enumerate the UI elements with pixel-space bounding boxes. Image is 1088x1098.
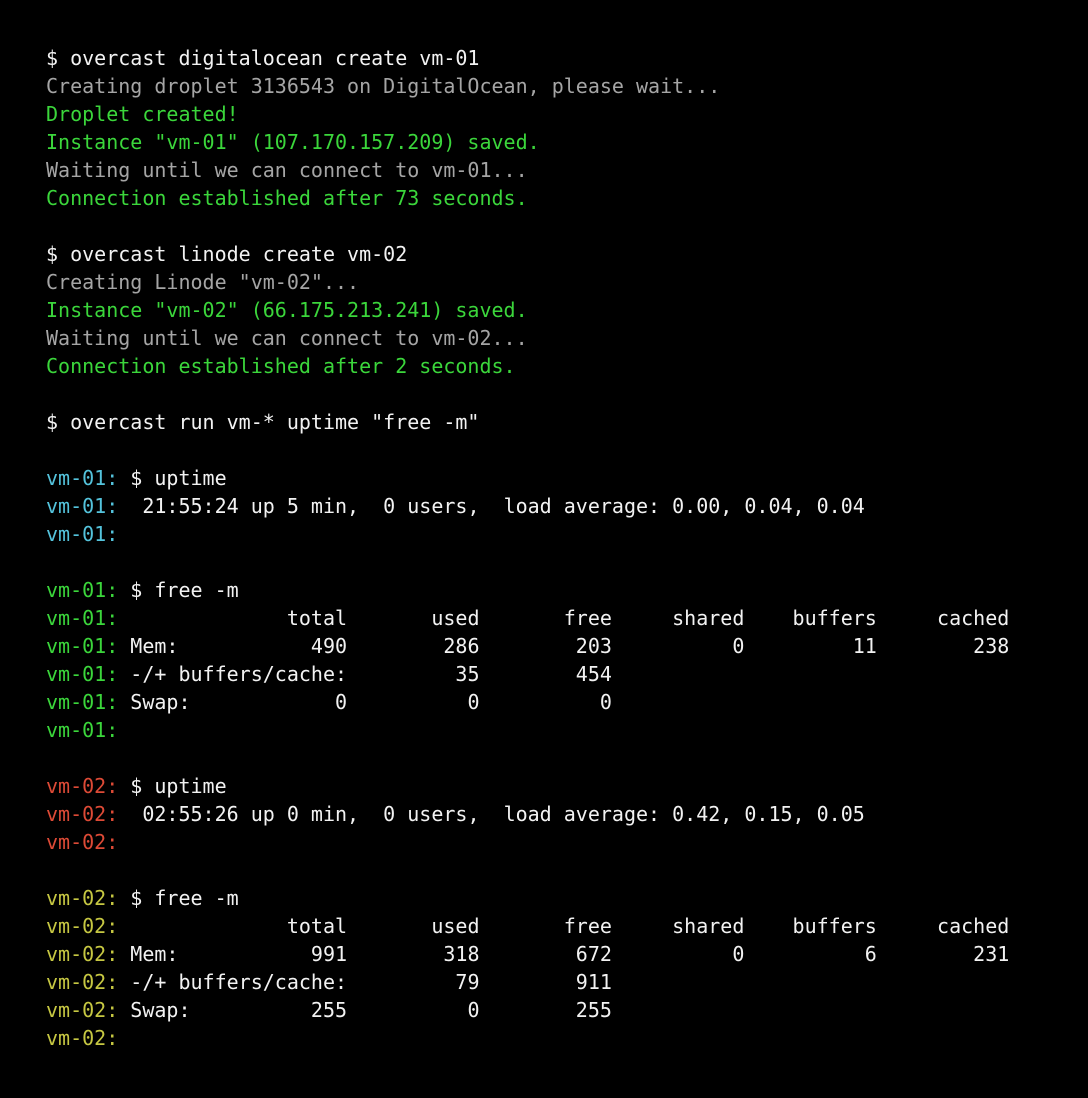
host-label: vm-02:	[46, 802, 119, 826]
command-line: $ overcast run vm-* uptime "free -m"	[46, 410, 480, 434]
host-output-text: Swap: 255 0 255	[118, 998, 612, 1022]
host-output-text: -/+ buffers/cache: 79 911	[118, 970, 612, 994]
host-label: vm-02:	[46, 942, 119, 966]
host-output-line: vm-01: $ uptime	[46, 464, 1066, 492]
host-output-text: 21:55:24 up 5 min, 0 users, load average…	[118, 494, 865, 518]
host-output-line: vm-01: 21:55:24 up 5 min, 0 users, load …	[46, 492, 1066, 520]
host-output-line: vm-02: Swap: 255 0 255	[46, 996, 1066, 1024]
output-line: Waiting until we can connect to vm-01...	[46, 158, 528, 182]
output-line: Creating droplet 3136543 on DigitalOcean…	[46, 74, 721, 98]
host-output-text: $ uptime	[118, 774, 227, 798]
host-label: vm-01:	[46, 494, 119, 518]
host-label: vm-02:	[46, 914, 119, 938]
output-line: Instance "vm-02" (66.175.213.241) saved.	[46, 298, 528, 322]
host-output-line: vm-02: $ uptime	[46, 772, 1066, 800]
host-output-line: vm-02: -/+ buffers/cache: 79 911	[46, 968, 1066, 996]
host-output-line: vm-01:	[46, 520, 1066, 548]
terminal-window: $ overcast digitalocean create vm-01 Cre…	[46, 44, 1066, 1074]
host-label: vm-01:	[46, 690, 119, 714]
host-output-line: vm-01:	[46, 716, 1066, 744]
host-output-line: vm-02: $ free -m	[46, 884, 1066, 912]
output-line: Droplet created!	[46, 102, 239, 126]
host-output-text: total used free shared buffers cached	[118, 914, 1010, 938]
host-label: vm-01:	[46, 606, 119, 630]
command-line: $ overcast digitalocean create vm-01	[46, 46, 480, 70]
host-label: vm-01:	[46, 634, 119, 658]
host-label: vm-01:	[46, 662, 119, 686]
host-label: vm-01:	[46, 578, 119, 602]
host-output-text: $ free -m	[118, 886, 239, 910]
host-output-line: vm-02: Mem: 991 318 672 0 6 231	[46, 940, 1066, 968]
output-line: Connection established after 2 seconds.	[46, 354, 516, 378]
host-output-line: vm-01: Swap: 0 0 0	[46, 688, 1066, 716]
host-output-text: Mem: 490 286 203 0 11 238	[118, 634, 1010, 658]
host-output-line: vm-01: Mem: 490 286 203 0 11 238	[46, 632, 1066, 660]
host-label: vm-02:	[46, 886, 119, 910]
host-label: vm-02:	[46, 970, 119, 994]
host-output-line: vm-01: total used free shared buffers ca…	[46, 604, 1066, 632]
output-line: Waiting until we can connect to vm-02...	[46, 326, 528, 350]
host-label: vm-02:	[46, 774, 119, 798]
host-output-line: vm-01: -/+ buffers/cache: 35 454	[46, 660, 1066, 688]
output-line: Instance "vm-01" (107.170.157.209) saved…	[46, 130, 540, 154]
host-output-line: vm-02: total used free shared buffers ca…	[46, 912, 1066, 940]
host-output-line: vm-01: $ free -m	[46, 576, 1066, 604]
host-label: vm-02:	[46, 1026, 119, 1050]
output-line: Creating Linode "vm-02"...	[46, 270, 360, 294]
host-output-line: vm-02: 02:55:26 up 0 min, 0 users, load …	[46, 800, 1066, 828]
host-output-text: $ uptime	[118, 466, 227, 490]
host-label: vm-01:	[46, 718, 119, 742]
host-label: vm-01:	[46, 466, 119, 490]
host-output-text: -/+ buffers/cache: 35 454	[118, 662, 612, 686]
host-label: vm-02:	[46, 998, 119, 1022]
command-line: $ overcast linode create vm-02	[46, 242, 408, 266]
host-label: vm-02:	[46, 830, 119, 854]
host-output-text: 02:55:26 up 0 min, 0 users, load average…	[118, 802, 865, 826]
host-output-text: total used free shared buffers cached	[118, 606, 1010, 630]
host-output-text: $ free -m	[118, 578, 239, 602]
host-output-line: vm-02:	[46, 1024, 1066, 1052]
host-output-line: vm-02:	[46, 828, 1066, 856]
host-label: vm-01:	[46, 522, 119, 546]
output-line: Connection established after 73 seconds.	[46, 186, 528, 210]
host-output-text: Swap: 0 0 0	[118, 690, 612, 714]
host-output-text: Mem: 991 318 672 0 6 231	[118, 942, 1010, 966]
